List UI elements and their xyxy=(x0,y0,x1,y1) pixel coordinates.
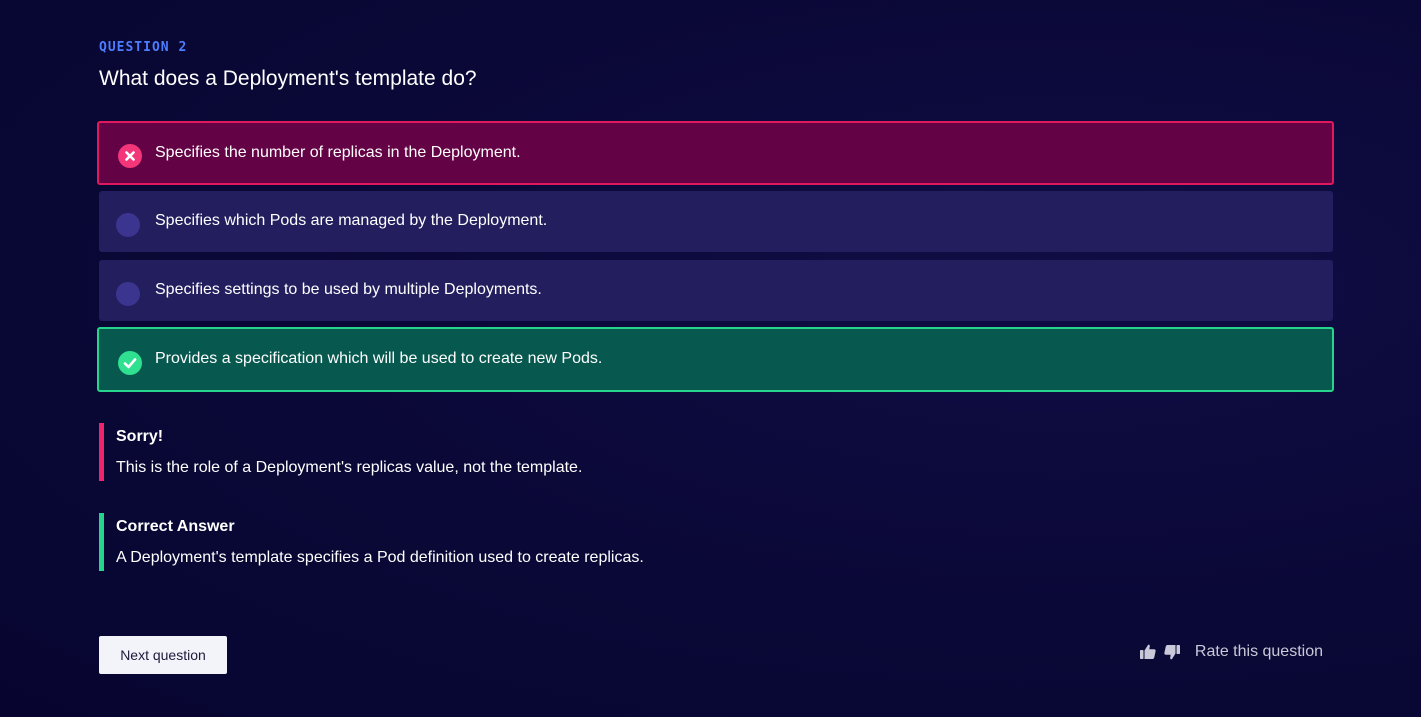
thumbs-up-icon[interactable] xyxy=(1139,643,1157,661)
correct-answer-text: A Deployment's template specifies a Pod … xyxy=(116,549,644,566)
answer-option-label: Specifies the number of replicas in the … xyxy=(155,144,521,161)
rate-question: Rate this question xyxy=(1139,643,1323,661)
radio-unselected-icon xyxy=(116,281,140,306)
answer-option-label: Provides a specification which will be u… xyxy=(155,350,603,367)
quiz-page: QUESTION 2 What does a Deployment's temp… xyxy=(0,0,1421,717)
incorrect-x-icon xyxy=(118,144,142,168)
thumbs-down-icon[interactable] xyxy=(1163,643,1181,661)
incorrect-feedback-heading: Sorry! xyxy=(116,428,164,445)
answer-option-4[interactable]: Provides a specification which will be u… xyxy=(97,327,1334,392)
correct-check-icon xyxy=(118,350,142,375)
correct-feedback-bar xyxy=(99,513,104,571)
incorrect-feedback-bar xyxy=(99,423,104,481)
question-number: QUESTION 2 xyxy=(99,40,188,55)
answer-option-2[interactable]: Specifies which Pods are managed by the … xyxy=(99,191,1333,252)
answer-option-label: Specifies settings to be used by multipl… xyxy=(155,281,542,298)
correct-answer-heading: Correct Answer xyxy=(116,518,235,535)
rate-question-label: Rate this question xyxy=(1194,643,1323,660)
answer-option-1[interactable]: Specifies the number of replicas in the … xyxy=(97,121,1334,185)
answer-option-label: Specifies which Pods are managed by the … xyxy=(155,212,548,229)
answer-option-3[interactable]: Specifies settings to be used by multipl… xyxy=(99,260,1333,321)
incorrect-feedback: Sorry! This is the role of a Deployment'… xyxy=(99,423,899,481)
correct-answer-feedback: Correct Answer A Deployment's template s… xyxy=(99,513,899,571)
incorrect-feedback-text: This is the role of a Deployment's repli… xyxy=(116,459,583,476)
question-title: What does a Deployment's template do? xyxy=(99,67,477,90)
next-question-button[interactable]: Next question xyxy=(99,636,227,674)
radio-unselected-icon xyxy=(116,212,140,237)
